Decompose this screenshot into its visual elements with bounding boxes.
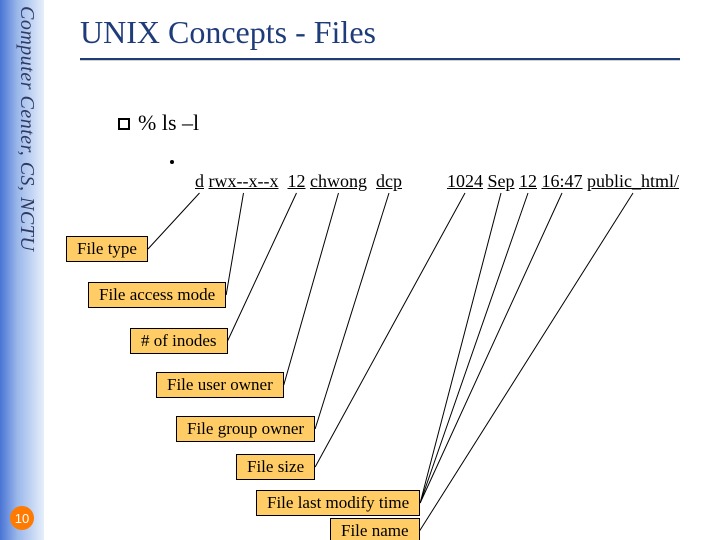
bullet-dot-icon: [170, 160, 174, 164]
ls-day: 12: [519, 171, 537, 191]
ls-group: dcp: [376, 171, 402, 191]
label-modify-time: File last modify time: [256, 490, 420, 516]
ls-time: 16:47: [542, 171, 583, 191]
bullet-square-icon: [118, 118, 130, 130]
ls-user: chwong: [310, 171, 367, 191]
connector-lines: [0, 0, 720, 540]
ls-name: public_html/: [587, 171, 679, 191]
ls-output-left: d rwx--x--x 12 chwong dcp: [186, 150, 402, 192]
label-file-access-mode: File access mode: [88, 282, 226, 308]
label-user-owner: File user owner: [156, 372, 284, 398]
label-group-owner: File group owner: [176, 416, 315, 442]
label-file-size: File size: [236, 454, 315, 480]
command-text: % ls –l: [138, 110, 199, 136]
ls-size: 1024: [447, 171, 483, 191]
ls-inodes: 12: [287, 171, 305, 191]
ls-mode: rwx--x--x: [209, 171, 279, 191]
ls-type: d: [195, 171, 204, 191]
label-inodes: # of inodes: [130, 328, 228, 354]
slide-title: UNIX Concepts - Files: [80, 14, 376, 51]
title-underline: [80, 58, 680, 61]
ls-month: Sep: [488, 171, 515, 191]
sidebar-text: Computer Center, CS, NCTU: [15, 6, 38, 540]
sidebar-gradient: Computer Center, CS, NCTU: [0, 0, 44, 540]
page-number-badge: 10: [10, 506, 34, 530]
ls-output-right: 1024 Sep 12 16:47 public_html/: [438, 150, 679, 192]
label-file-name: File name: [330, 518, 420, 540]
label-file-type: File type: [66, 236, 148, 262]
